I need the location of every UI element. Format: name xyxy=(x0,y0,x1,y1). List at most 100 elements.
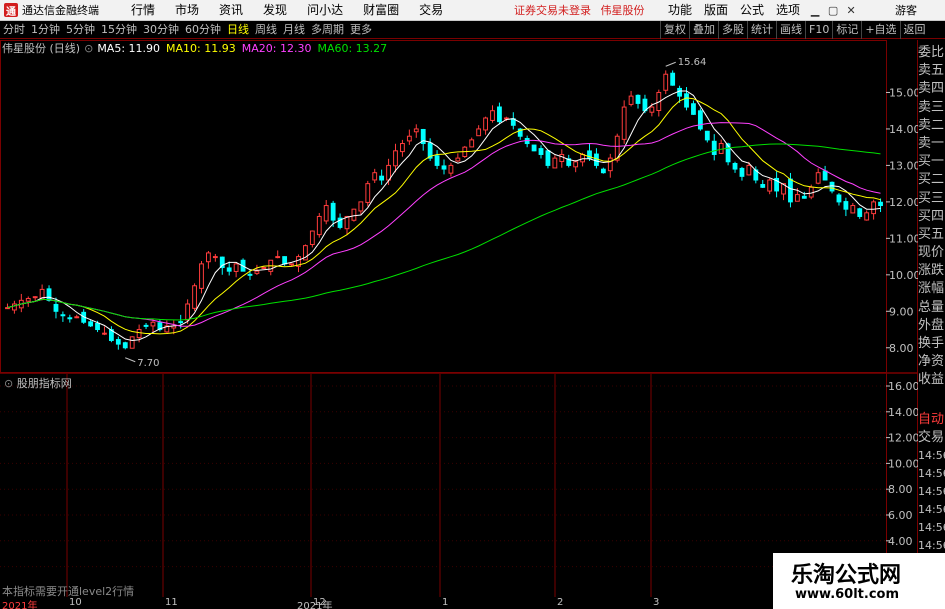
period-1min[interactable]: 1分钟 xyxy=(28,21,63,39)
period-daily[interactable]: 日线 xyxy=(224,21,252,39)
candlestick-series xyxy=(5,70,883,350)
menu-wealth-circle[interactable]: 财富圈 xyxy=(353,0,409,21)
candle-up xyxy=(199,263,204,289)
candle-up xyxy=(372,172,378,181)
trade-label[interactable]: 交易 xyxy=(918,429,945,447)
candle-down xyxy=(829,181,835,192)
candle-up xyxy=(552,157,558,169)
candle-up xyxy=(469,139,475,148)
ma10-label: MA10: 11.93 xyxy=(166,41,236,55)
candle-up xyxy=(794,194,800,202)
login-notice[interactable]: 证券交易未登录 伟星股份 xyxy=(514,0,645,21)
f10-button[interactable]: F10 xyxy=(805,21,832,39)
candle-down xyxy=(226,267,232,272)
menu-market-quotes[interactable]: 行情 xyxy=(121,0,165,21)
candle-up xyxy=(316,215,322,236)
candle-down xyxy=(697,110,703,130)
candle-up xyxy=(628,95,634,105)
guest-label[interactable]: 游客 xyxy=(895,0,917,21)
mark-button[interactable]: 标记 xyxy=(832,21,861,39)
candle-up xyxy=(32,296,38,299)
minimize-icon[interactable]: ▁ xyxy=(806,0,824,21)
menu-discover[interactable]: 发现 xyxy=(253,0,297,21)
menu-formula[interactable]: 公式 xyxy=(734,0,770,21)
chevron-down-icon[interactable]: ⊙ xyxy=(84,42,93,55)
candle-down xyxy=(670,72,676,86)
quote-field-label: 涨跌 xyxy=(918,263,945,279)
multi-stock-button[interactable]: 多股 xyxy=(718,21,747,39)
draw-line-button[interactable]: 画线 xyxy=(776,21,805,39)
candle-down xyxy=(531,144,537,152)
overlay-button[interactable]: 叠加 xyxy=(689,21,718,39)
period-multi[interactable]: 多周期 xyxy=(308,21,347,39)
chart-area[interactable]: 15.00 14.00 13.00 12.00 11.00 10.00 9.00 8.00 1… xyxy=(0,40,918,597)
menu-news[interactable]: 资讯 xyxy=(209,0,253,21)
quote-field-label: 买一 xyxy=(918,154,945,170)
maximize-icon[interactable]: ▢ xyxy=(824,0,842,21)
ma10-line xyxy=(7,97,881,335)
candle-up xyxy=(351,208,357,221)
menu-market[interactable]: 市场 xyxy=(165,0,209,21)
trade-time: 14:56 xyxy=(918,521,945,534)
candle-down xyxy=(801,195,807,199)
trade-time: 14:56 xyxy=(918,467,945,480)
watermark: 乐淘公式网 www.60lt.com xyxy=(773,553,945,609)
quote-field-label: 外盘 xyxy=(918,317,945,333)
close-icon[interactable]: ✕ xyxy=(842,0,860,21)
candle-down xyxy=(122,342,128,349)
timeline-axis: 2021年 10 11 2021年 12 1 2 3 xyxy=(0,597,886,609)
chevron-down-icon[interactable]: ⊙ xyxy=(4,377,13,390)
menu-ask-xiaoda[interactable]: 问小达 xyxy=(297,0,353,21)
timeline-month-label: 10 xyxy=(69,597,82,608)
quote-field-label: 委比 xyxy=(918,45,945,60)
period-30min[interactable]: 30分钟 xyxy=(140,21,182,39)
candle-up xyxy=(864,212,870,221)
period-15min[interactable]: 15分钟 xyxy=(98,21,140,39)
timeline-month-label: 12 xyxy=(313,597,326,608)
candle-up xyxy=(129,336,135,349)
price-axis: 15.00 14.00 13.00 12.00 11.00 10.00 9.00 8.00 xyxy=(886,86,918,355)
quote-field-label: 卖三 xyxy=(918,99,945,115)
candle-down xyxy=(67,317,73,320)
period-monthly[interactable]: 月线 xyxy=(280,21,308,39)
indicator-title[interactable]: ⊙ 股朋指标网 xyxy=(4,375,72,391)
period-60min[interactable]: 60分钟 xyxy=(182,21,224,39)
stock-title[interactable]: 伟星股份 (日线) xyxy=(2,40,80,56)
back-button[interactable]: 返回 xyxy=(899,21,929,39)
auto-trade-label[interactable]: 自动 xyxy=(918,411,945,429)
period-weekly[interactable]: 周线 xyxy=(252,21,280,39)
menu-function[interactable]: 功能 xyxy=(662,0,698,21)
chart-info-line: 伟星股份 (日线) ⊙ MA5: 11.90 MA10: 11.93 MA20:… xyxy=(2,40,393,56)
candle-up xyxy=(850,205,856,214)
price-tick-label: 8.00 xyxy=(889,342,914,355)
login-notice-text: 证券交易未登录 xyxy=(514,4,591,17)
menu-options[interactable]: 选项 xyxy=(770,0,806,21)
timeline-month-label: 3 xyxy=(653,597,660,608)
watermark-url: www.60lt.com xyxy=(795,587,900,602)
candle-up xyxy=(413,128,419,133)
quote-field-label: 收益 xyxy=(918,372,945,388)
quote-field-label: 现价 xyxy=(918,245,945,261)
candle-up xyxy=(649,106,655,113)
candle-down xyxy=(538,148,544,155)
menu-trade[interactable]: 交易 xyxy=(409,0,453,21)
candle-up xyxy=(11,303,17,311)
trade-time: 14:56 xyxy=(918,503,945,516)
price-tick-label: 15.00 xyxy=(889,86,918,99)
candle-up xyxy=(621,106,627,140)
add-watchlist-button[interactable]: +自选 xyxy=(861,21,899,39)
app-title: 通达信金融终端 xyxy=(22,4,99,17)
candle-down xyxy=(95,322,100,331)
candle-down xyxy=(788,178,793,203)
statistics-button[interactable]: 统计 xyxy=(747,21,776,39)
candle-down xyxy=(247,273,253,276)
candle-up xyxy=(490,110,495,121)
period-5min[interactable]: 5分钟 xyxy=(63,21,98,39)
adjust-button[interactable]: 复权 xyxy=(660,21,689,39)
period-intraday[interactable]: 分时 xyxy=(0,21,28,39)
timeline-month-label: 1 xyxy=(442,597,449,608)
menu-layout[interactable]: 版面 xyxy=(698,0,734,21)
price-tick-label: 10.00 xyxy=(889,269,918,282)
period-more[interactable]: 更多 xyxy=(347,21,375,39)
candle-down xyxy=(857,208,863,217)
